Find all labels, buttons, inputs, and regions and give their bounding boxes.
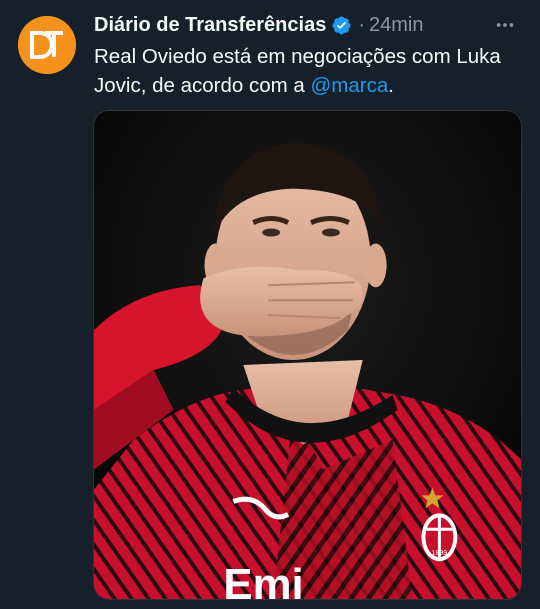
tweet-text-end: . [388, 74, 394, 97]
crest-year: 1899 [432, 550, 448, 557]
avatar[interactable]: DT [18, 16, 76, 74]
tweet-header: Diário de Transferências · 24min [94, 12, 423, 38]
avatar-logo-icon: DT [18, 16, 76, 74]
tweet[interactable]: DT Diário de Transferências · 24min Real… [0, 0, 540, 609]
tweet-timestamp[interactable]: 24min [369, 14, 423, 37]
separator-dot: · [358, 13, 365, 36]
verified-badge-icon [332, 16, 351, 34]
tweet-text: Real Oviedo está em negociações com Luka… [94, 42, 524, 100]
more-options-icon [496, 23, 514, 27]
more-options-button[interactable] [492, 12, 518, 38]
tweet-media-image[interactable]: 1899 Emi [93, 110, 522, 600]
tweet-text-body: Real Oviedo está em negociações com Luka… [94, 45, 501, 97]
player-photo: 1899 Emi [94, 111, 521, 599]
shirt-sponsor-text: Emi [223, 560, 303, 599]
mention-link[interactable]: @marca [311, 74, 389, 97]
author-name[interactable]: Diário de Transferências [94, 14, 326, 37]
